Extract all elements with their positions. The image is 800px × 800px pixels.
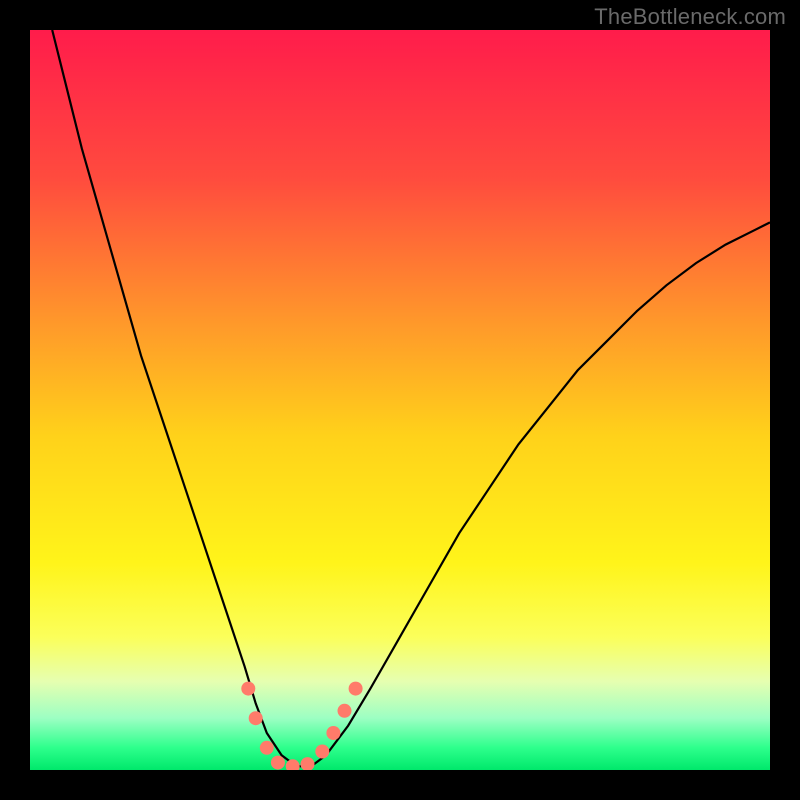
watermark-text: TheBottleneck.com: [594, 4, 786, 30]
marker-point: [271, 756, 285, 770]
marker-point: [301, 757, 315, 770]
marker-point: [241, 682, 255, 696]
marker-point: [338, 704, 352, 718]
bottleneck-curve: [52, 30, 770, 766]
highlight-markers: [241, 682, 362, 770]
plot-area: [30, 30, 770, 770]
chart-frame: TheBottleneck.com: [0, 0, 800, 800]
marker-point: [349, 682, 363, 696]
marker-point: [249, 711, 263, 725]
marker-point: [260, 741, 274, 755]
marker-point: [326, 726, 340, 740]
chart-svg: [30, 30, 770, 770]
marker-point: [315, 745, 329, 759]
